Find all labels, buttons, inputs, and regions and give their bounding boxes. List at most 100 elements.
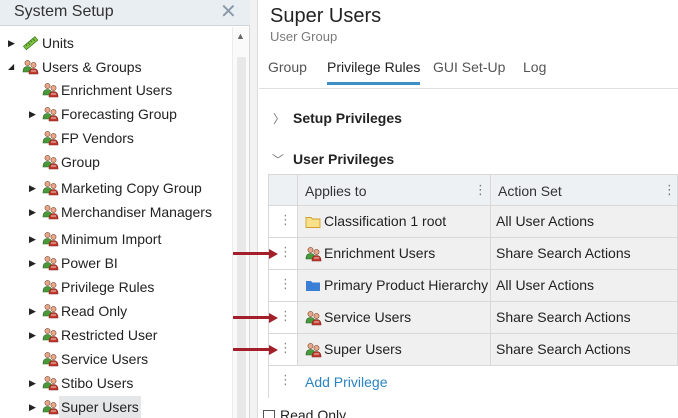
tree-item[interactable]: ▶ Merchandiser Managers	[0, 201, 232, 223]
tab-group[interactable]: Group	[268, 59, 307, 85]
tab-log[interactable]: Log	[523, 59, 546, 85]
tree-item-label: Service Users	[61, 351, 149, 367]
tree-item[interactable]: Enrichment Users	[0, 79, 232, 101]
table-row[interactable]: ⋮ Service Users Share Search Actions	[268, 302, 678, 334]
tree-item[interactable]: ◢ Users & Groups	[0, 56, 232, 78]
tree-item[interactable]: ▶ Read Only	[0, 300, 232, 322]
caret-right-icon[interactable]: ▶	[29, 177, 39, 199]
table-row[interactable]: ⋮ Enrichment Users Share Search Actions	[268, 238, 678, 270]
tree-item-label: Enrichment Users	[61, 82, 173, 98]
tree-item-label: Users & Groups	[42, 59, 142, 75]
tree-item-label: Forecasting Group	[61, 106, 177, 122]
applies-to-text: Service Users	[324, 309, 412, 325]
scrollbar-thumb[interactable]	[237, 57, 246, 418]
tree-item-label: Restricted User	[61, 327, 158, 343]
caret-right-icon[interactable]: ▶	[29, 228, 39, 250]
users-icon	[42, 154, 59, 170]
header-spacer	[268, 175, 297, 205]
checkbox-box[interactable]	[263, 410, 275, 418]
applies-to-cell[interactable]: Enrichment Users	[297, 238, 490, 269]
users-icon	[42, 255, 59, 271]
action-set-cell[interactable]: All User Actions	[490, 270, 678, 301]
caret-right-icon[interactable]: ▶	[29, 201, 39, 223]
row-menu-icon[interactable]: ⋮	[279, 309, 292, 323]
tree-item-label: Super Users	[59, 396, 141, 418]
close-icon[interactable]: ✕	[220, 1, 237, 23]
panel-splitter[interactable]	[250, 0, 258, 418]
tree-item[interactable]: Service Users	[0, 348, 232, 370]
tree-item[interactable]: ▶ Marketing Copy Group	[0, 177, 232, 199]
action-set-text: All User Actions	[496, 277, 595, 293]
tree-item-label: Power BI	[61, 255, 118, 271]
row-menu-icon[interactable]: ⋮	[279, 373, 292, 387]
column-header-applies-to[interactable]: Applies to ⋮	[297, 175, 490, 205]
arrow-head	[269, 249, 278, 259]
applies-to-cell[interactable]: Primary Product Hierarchy	[297, 270, 490, 301]
users-icon	[305, 246, 322, 262]
arrow-head	[269, 345, 278, 355]
user-privileges-header[interactable]: User Privileges	[293, 151, 394, 167]
action-set-text: All User Actions	[496, 213, 595, 229]
caret-right-icon[interactable]: ▶	[29, 324, 39, 346]
applies-to-cell[interactable]: Service Users	[297, 302, 490, 333]
table-row[interactable]: ⋮ Super Users Share Search Actions	[268, 334, 678, 366]
tab-gui-setup[interactable]: GUI Set-Up	[433, 59, 505, 85]
tab-privilege-rules[interactable]: Privilege Rules	[327, 59, 421, 85]
applies-to-cell[interactable]: Super Users	[297, 334, 490, 365]
table-row[interactable]: ⋮ Classification 1 root All User Actions	[268, 206, 678, 238]
caret-right-icon[interactable]: ▶	[29, 252, 39, 274]
caret-right-icon[interactable]: ▶	[29, 372, 39, 394]
tree-item[interactable]: FP Vendors	[0, 127, 232, 149]
users-icon	[42, 279, 59, 295]
caret-right-icon[interactable]: ▶	[29, 103, 39, 125]
chevron-right-icon[interactable]: 〉	[273, 110, 285, 127]
tree-item-label: Units	[42, 35, 74, 51]
read-only-label: Read Only	[280, 407, 347, 418]
vertical-scrollbar[interactable]: ▲	[232, 27, 249, 418]
main-content: Super Users User Group Group Privilege R…	[259, 0, 678, 418]
caret-right-icon[interactable]: ▶	[29, 300, 39, 322]
row-menu-icon[interactable]: ⋮	[279, 277, 292, 291]
tree-item[interactable]: ▶ Minimum Import	[0, 228, 232, 250]
action-set-cell[interactable]: Share Search Actions	[490, 302, 678, 333]
users-icon	[305, 310, 322, 326]
setup-privileges-header[interactable]: Setup Privileges	[293, 110, 402, 126]
row-handle-cell[interactable]: ⋮	[268, 206, 297, 237]
tree-item-label: Marketing Copy Group	[61, 180, 202, 196]
column-menu-icon[interactable]: ⋮	[663, 183, 676, 197]
chevron-down-icon[interactable]: ﹀	[272, 151, 284, 168]
scroll-up-icon[interactable]: ▲	[236, 31, 245, 41]
tree-item[interactable]: Group	[0, 151, 232, 173]
caret-right-icon[interactable]: ▶	[8, 32, 18, 54]
row-handle-cell[interactable]: ⋮	[268, 270, 297, 301]
column-header-action-set[interactable]: Action Set ⋮	[490, 175, 678, 205]
page-subtitle: User Group	[270, 29, 338, 44]
tree-item[interactable]: ▶ Units	[0, 32, 232, 54]
users-icon	[42, 399, 59, 415]
users-icon	[42, 375, 59, 391]
table-row[interactable]: ⋮ Primary Product Hierarchy All User Actio…	[268, 270, 678, 302]
tree-item[interactable]: ▶ Restricted User	[0, 324, 232, 346]
row-menu-icon[interactable]: ⋮	[279, 245, 292, 259]
add-privilege-link[interactable]: Add Privilege	[305, 374, 388, 390]
row-menu-icon[interactable]: ⋮	[279, 341, 292, 355]
applies-to-cell[interactable]: Classification 1 root	[297, 206, 490, 237]
action-set-text: Share Search Actions	[496, 309, 631, 325]
tree-item-label: Merchandiser Managers	[61, 204, 212, 220]
arrow-shaft	[233, 348, 271, 351]
tree-item[interactable]: ▶ Forecasting Group	[0, 103, 232, 125]
tree-item[interactable]: Privilege Rules	[0, 276, 232, 298]
tree-item[interactable]: ▶ Power BI	[0, 252, 232, 274]
action-set-cell[interactable]: Share Search Actions	[490, 238, 678, 269]
action-set-cell[interactable]: Share Search Actions	[490, 334, 678, 365]
tree-item[interactable]: ▶ Super Users	[0, 396, 232, 418]
column-menu-icon[interactable]: ⋮	[474, 183, 487, 197]
tree-item-label: Privilege Rules	[61, 279, 155, 295]
caret-right-icon[interactable]: ▶	[29, 396, 39, 418]
tree-item[interactable]: ▶ Stibo Users	[0, 372, 232, 394]
action-set-cell[interactable]: All User Actions	[490, 206, 678, 237]
row-menu-icon[interactable]: ⋮	[279, 213, 292, 227]
applies-to-text: Primary Product Hierarchy	[324, 277, 489, 293]
row-handle-cell[interactable]: ⋮	[268, 366, 297, 398]
caret-down-icon[interactable]: ◢	[8, 56, 18, 78]
